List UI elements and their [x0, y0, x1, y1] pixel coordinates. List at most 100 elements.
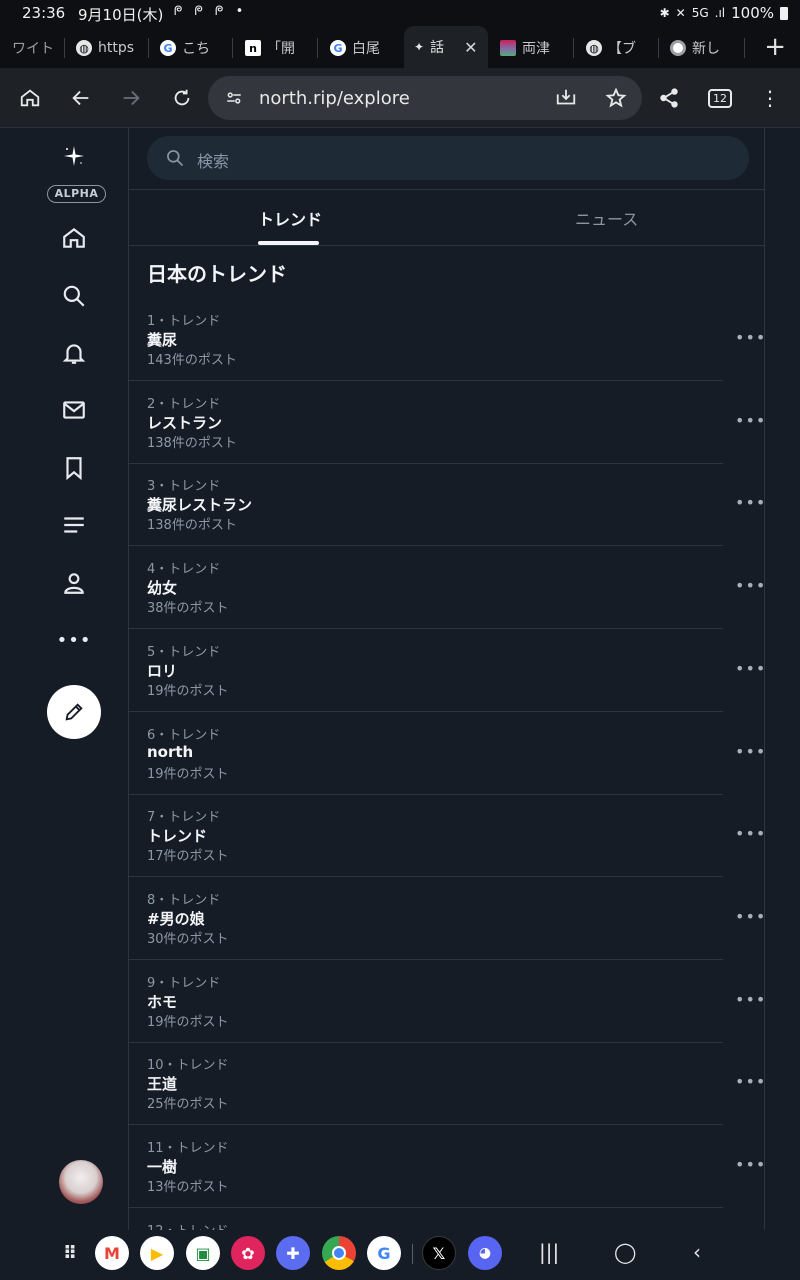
- nav-home[interactable]: [58, 222, 90, 254]
- nav-lists[interactable]: [58, 509, 90, 541]
- trend-post-count: 13件のポスト: [147, 1180, 229, 1195]
- reload-button[interactable]: [166, 82, 198, 114]
- trend-item[interactable]: 12・トレンド: [129, 1220, 764, 1230]
- google-icon[interactable]: G: [367, 1236, 401, 1270]
- avatar[interactable]: [59, 1160, 103, 1204]
- trend-item[interactable]: 6・トレンド north 19件のポスト •••: [129, 724, 764, 807]
- divider: [129, 793, 723, 795]
- close-tab-icon[interactable]: ✕: [464, 38, 477, 57]
- user-icon: [64, 573, 84, 594]
- share-button[interactable]: [653, 82, 685, 114]
- trend-name: ホモ: [147, 992, 178, 1011]
- more-options-icon[interactable]: •••: [735, 907, 764, 926]
- trend-item[interactable]: 11・トレンド 一樹 13件のポスト •••: [129, 1137, 764, 1220]
- messages-icon[interactable]: ✚: [276, 1236, 310, 1270]
- trend-post-count: 17件のポスト: [147, 849, 229, 865]
- divider: [129, 462, 723, 464]
- download-icon[interactable]: [554, 86, 578, 110]
- chrome-icon[interactable]: [322, 1236, 356, 1270]
- trend-item[interactable]: 9・トレンド ホモ 19件のポスト •••: [129, 972, 764, 1055]
- trend-post-count: 138件のポスト: [147, 435, 237, 451]
- recents-button[interactable]: |||: [539, 1240, 559, 1264]
- more-options-icon[interactable]: •••: [735, 411, 764, 430]
- home-button[interactable]: [14, 82, 46, 114]
- browser-tab[interactable]: ◍ https: [76, 32, 136, 64]
- home-nav-button[interactable]: ◯: [614, 1240, 636, 1264]
- alpha-badge: ALPHA: [47, 185, 106, 203]
- classroom-icon[interactable]: ▣: [186, 1236, 220, 1270]
- screen: 23:36 9月10日(木) ᖘ ᖘ ᖘ • ✱ ✕ 5G .ıl 100% ワ…: [0, 0, 800, 1280]
- nav-profile[interactable]: [58, 567, 90, 599]
- logo-sparkle-icon[interactable]: [62, 144, 86, 168]
- trend-name: ロリ: [147, 661, 178, 680]
- blossom-icon[interactable]: ✿: [231, 1236, 265, 1270]
- tab-title: 「開: [267, 41, 295, 57]
- divider: [129, 1041, 723, 1043]
- trend-item[interactable]: 1・トレンド 糞尿 143件のポスト •••: [129, 310, 764, 393]
- more-options-icon[interactable]: •••: [735, 493, 764, 512]
- more-options-icon[interactable]: •••: [735, 990, 764, 1009]
- trend-rank: 12・トレンド: [147, 1220, 229, 1230]
- browser-tab[interactable]: G 白尾: [330, 32, 394, 64]
- site-settings-icon[interactable]: [222, 86, 246, 110]
- tab-title: 新し: [692, 41, 720, 57]
- browser-tab[interactable]: ワイト: [12, 32, 60, 64]
- trend-item[interactable]: 5・トレンド ロリ 19件のポスト •••: [129, 641, 764, 724]
- trend-item[interactable]: 2・トレンド レストラン 138件のポスト •••: [129, 393, 764, 476]
- trend-name: 糞尿: [147, 331, 178, 349]
- tab-switcher-button[interactable]: 12: [704, 82, 736, 114]
- trend-rank: 7・トレンド: [147, 810, 221, 826]
- trend-item[interactable]: 3・トレンド 糞尿レストラン 138件のポスト •••: [129, 475, 764, 558]
- nav-more[interactable]: •••: [57, 624, 91, 656]
- more-options-icon[interactable]: •••: [735, 742, 764, 761]
- search-input[interactable]: 検索: [147, 136, 749, 180]
- x-icon[interactable]: 𝕏: [422, 1236, 456, 1270]
- forward-button[interactable]: [115, 82, 147, 114]
- trend-item[interactable]: 8・トレンド #男の娘 30件のポスト •••: [129, 889, 764, 972]
- tab-trends[interactable]: トレンド: [258, 206, 322, 230]
- menu-button[interactable]: ⋮: [754, 82, 786, 114]
- divider: [129, 545, 723, 547]
- gmail-icon[interactable]: M: [95, 1236, 129, 1270]
- divider: [129, 1207, 723, 1208]
- more-options-icon[interactable]: •••: [735, 824, 764, 843]
- tab-news[interactable]: ニュース: [575, 206, 638, 230]
- trend-item[interactable]: 4・トレンド 幼女 38件のポスト •••: [129, 558, 764, 641]
- trend-item[interactable]: 7・トレンド トレンド 17件のポスト •••: [129, 806, 764, 889]
- address-bar[interactable]: north.rip/explore: [208, 76, 642, 120]
- more-options-icon[interactable]: •••: [735, 576, 764, 595]
- browser-tab[interactable]: G こち: [160, 32, 222, 64]
- browser-tab[interactable]: 両津: [500, 32, 562, 64]
- tab-title: こち: [182, 41, 210, 57]
- apps-grid-icon[interactable]: ⠿: [53, 1236, 87, 1270]
- nav-messages[interactable]: [58, 394, 90, 426]
- dock-divider: [412, 1244, 413, 1264]
- signal-icon: .ıl: [714, 6, 726, 20]
- more-options-icon[interactable]: •••: [735, 1155, 764, 1174]
- back-nav-button[interactable]: ‹: [693, 1240, 701, 1264]
- discord-icon[interactable]: ◕: [468, 1236, 502, 1270]
- meet-icon[interactable]: ▶: [140, 1236, 174, 1270]
- url-text[interactable]: north.rip/explore: [259, 88, 410, 109]
- back-button[interactable]: [65, 82, 97, 114]
- trend-rank: 6・トレンド: [147, 727, 221, 743]
- trend-post-count: 25件のポスト: [147, 1097, 229, 1113]
- browser-tab[interactable]: ◍ 【ブ: [586, 32, 648, 64]
- trend-rank: 4・トレンド: [147, 562, 221, 578]
- mail-icon: [63, 401, 85, 419]
- compose-button[interactable]: [47, 685, 101, 739]
- nav-notifications[interactable]: [58, 337, 90, 369]
- nav-explore[interactable]: [58, 280, 90, 312]
- bookmark-star-icon[interactable]: [604, 86, 628, 110]
- more-options-icon[interactable]: •••: [735, 659, 764, 678]
- browser-tab[interactable]: 新し: [670, 32, 736, 64]
- browser-tab[interactable]: n 「開: [245, 32, 307, 64]
- more-options-icon[interactable]: •••: [735, 1072, 764, 1091]
- more-options-icon[interactable]: •••: [735, 328, 764, 347]
- browser-tab-active[interactable]: ✦ 話 ✕: [404, 26, 488, 68]
- nav-bookmarks[interactable]: [58, 452, 90, 484]
- new-tab-button[interactable]: +: [764, 32, 786, 62]
- tab-count: 12: [708, 88, 732, 108]
- trend-rank: 5・トレンド: [147, 644, 221, 660]
- trend-item[interactable]: 10・トレンド 王道 25件のポスト •••: [129, 1054, 764, 1137]
